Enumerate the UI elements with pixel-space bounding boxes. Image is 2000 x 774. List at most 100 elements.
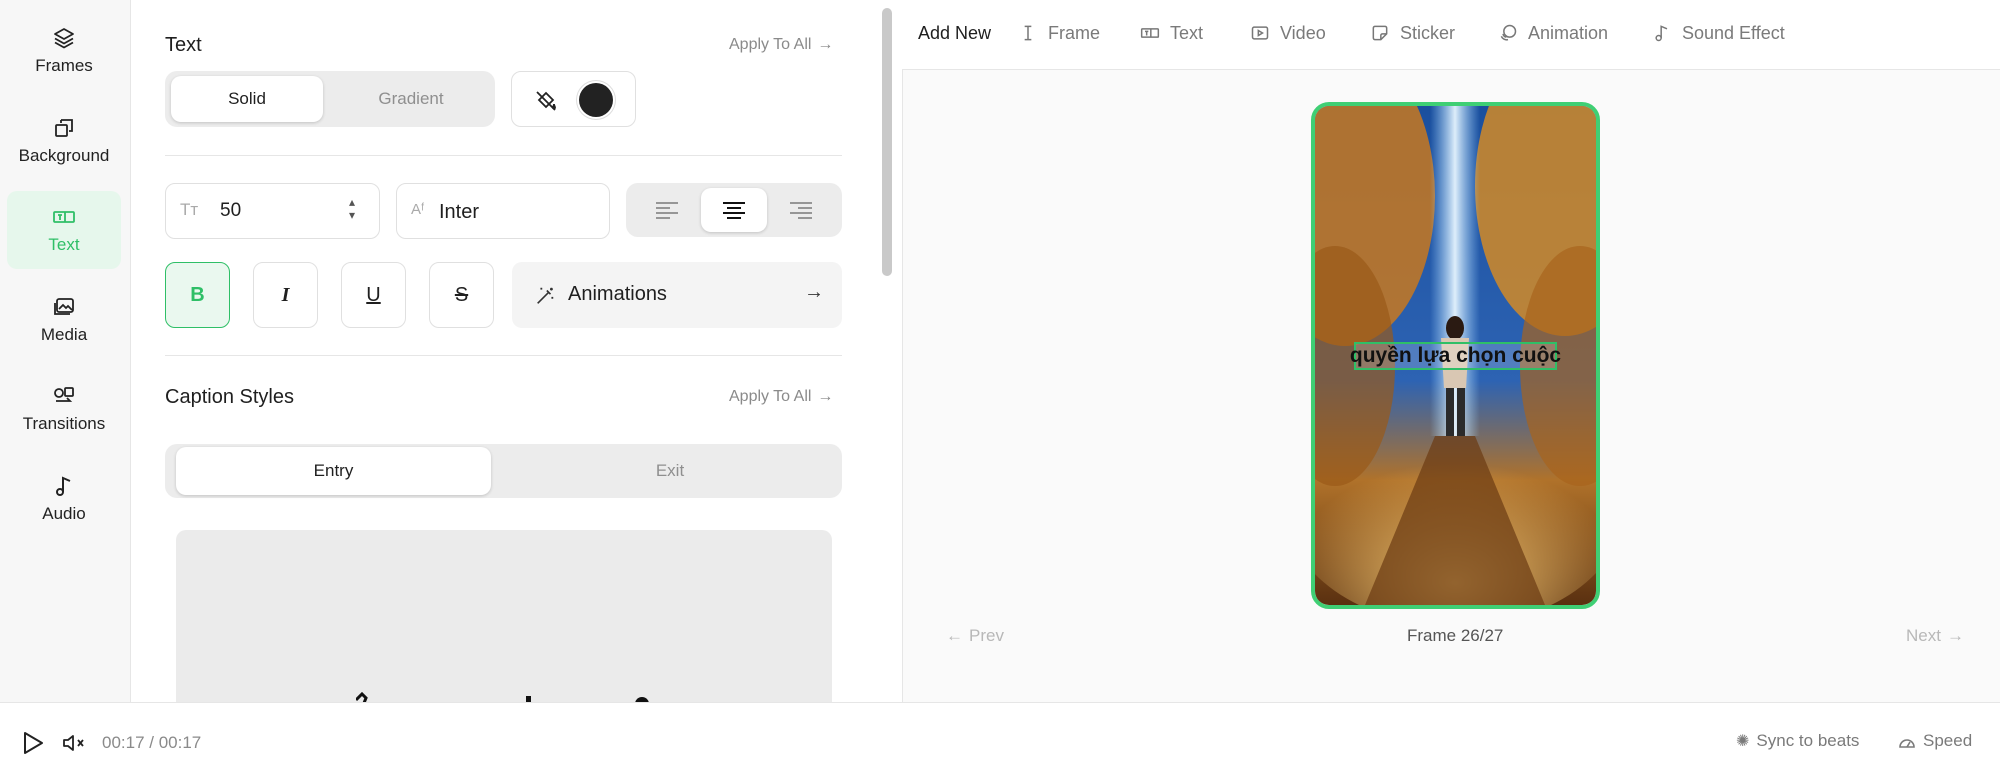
caption-apply-all-link[interactable]: Apply To All → (729, 388, 833, 406)
align-center-icon (723, 202, 745, 219)
caption-style-tabs: Entry Exit (165, 444, 842, 498)
align-left-button[interactable] (634, 188, 700, 232)
text-settings-panel: Text Apply To All → Solid Gradient Tт 50… (131, 0, 901, 702)
align-right-button[interactable] (768, 188, 834, 232)
animation-icon (1500, 24, 1517, 41)
sidebar-item-label: Frames (35, 56, 93, 75)
fill-type-toggle: Solid Gradient (165, 71, 495, 127)
speed-label: Speed (1923, 731, 1973, 750)
apply-all-label: Apply To All (729, 36, 812, 53)
add-frame-button[interactable]: Frame (1018, 0, 1100, 66)
font-size-value: 50 (220, 200, 242, 221)
arrow-right-icon: → (804, 281, 824, 303)
sync-label: Sync to beats (1756, 731, 1860, 750)
volume-mute-icon[interactable] (62, 733, 86, 753)
panel-scrollbar[interactable] (882, 8, 892, 276)
frame-counter: Frame 26/27 (1407, 626, 1504, 645)
gradient-tab[interactable]: Gradient (335, 76, 487, 122)
play-icon[interactable] (22, 731, 44, 755)
underline-button[interactable]: U (341, 262, 406, 328)
add-sticker-button[interactable]: Sticker (1370, 0, 1455, 66)
playback-bar: 00:17 / 00:17 ✺ Sync to beats Speed (0, 702, 2000, 774)
color-swatch[interactable] (579, 83, 613, 117)
toolbar-label: Sound Effect (1682, 22, 1785, 43)
speed-button[interactable]: Speed (1898, 731, 1972, 751)
align-right-icon (790, 202, 812, 219)
caption-styles-title: Caption Styles (165, 386, 294, 408)
align-left-icon (656, 202, 678, 219)
text-cursor-icon (1024, 25, 1032, 41)
exit-tab[interactable]: Exit (509, 447, 831, 495)
magic-wand-icon (537, 287, 554, 304)
font-family-value: Inter (439, 201, 480, 223)
sidebar-item-label: Audio (42, 504, 86, 523)
strikethrough-button[interactable]: S (429, 262, 494, 328)
audio-icon (56, 476, 71, 496)
add-animation-button[interactable]: Animation (1498, 0, 1608, 66)
font-size-stepper[interactable]: Tт 50 ▴ ▾ (165, 183, 380, 239)
arrow-right-icon: → (817, 36, 834, 53)
add-new-label: Add New (918, 22, 992, 43)
text-color-picker[interactable] (511, 71, 636, 127)
sync-to-beats-button[interactable]: ✺ Sync to beats (1736, 731, 1859, 751)
sidebar-item-text[interactable]: Text (7, 191, 121, 269)
stepper-arrows-icon[interactable]: ▴ ▾ (349, 196, 355, 222)
arrow-left-icon: ← (946, 626, 963, 645)
add-sound-effect-button[interactable]: Sound Effect (1652, 0, 1785, 66)
paint-bucket-icon (536, 91, 556, 111)
sidebar-item-background[interactable]: Background (7, 102, 121, 180)
toolbar-label: Frame (1048, 22, 1101, 43)
caption-style-preview-card[interactable] (176, 530, 832, 702)
sidebar-item-label: Background (18, 146, 110, 165)
solid-tab[interactable]: Solid (171, 76, 323, 122)
left-sidebar: Frames Background Text Media Transitions… (0, 0, 131, 702)
sidebar-item-label: Text (48, 235, 80, 254)
animations-button[interactable]: Animations → (512, 262, 842, 328)
arrow-right-icon: → (817, 388, 834, 405)
add-video-button[interactable]: Video (1250, 0, 1326, 66)
loading-sparkle-icon: ✺ (1736, 733, 1750, 750)
font-family-icon: Aᶠ (411, 201, 425, 218)
text-icon (53, 211, 75, 223)
text-apply-all-link[interactable]: Apply To All → (729, 36, 833, 54)
font-size-icon: Tт (180, 200, 199, 219)
prev-label: Prev (969, 626, 1004, 645)
text-section-title: Text (165, 34, 202, 56)
align-center-button[interactable] (701, 188, 767, 232)
background-icon (55, 119, 73, 137)
font-family-select[interactable]: Aᶠ Inter (396, 183, 610, 239)
bold-button[interactable]: B (165, 262, 230, 328)
entry-tab[interactable]: Entry (176, 447, 491, 495)
media-icon (54, 298, 74, 315)
video-icon (1251, 26, 1269, 40)
apply-all-label: Apply To All (729, 388, 812, 405)
text-alignment-toggle (626, 183, 842, 237)
sidebar-item-media[interactable]: Media (7, 281, 121, 359)
sidebar-item-audio[interactable]: Audio (7, 460, 121, 538)
divider (165, 155, 842, 156)
sidebar-item-transitions[interactable]: Transitions (7, 370, 121, 448)
toolbar-label: Text (1170, 22, 1204, 43)
transitions-icon (54, 387, 74, 402)
toolbar-label: Sticker (1400, 22, 1456, 43)
prev-frame-button[interactable]: ← Prev (946, 626, 1004, 646)
sidebar-item-label: Media (40, 325, 88, 344)
next-label: Next (1906, 626, 1941, 645)
toolbar-label: Animation (1528, 22, 1609, 43)
sidebar-item-label: Transitions (22, 414, 106, 433)
divider (165, 355, 842, 356)
text-box-icon (1140, 28, 1160, 38)
toolbar-label: Video (1280, 22, 1326, 43)
add-text-button[interactable]: Text (1140, 0, 1203, 66)
playback-time: 00:17 / 00:17 (102, 733, 202, 752)
speedometer-icon (1899, 739, 1915, 748)
caption-text-overlay[interactable]: quyền lựa chọn cuộc (1350, 342, 1561, 370)
arrow-right-icon: → (1946, 626, 1964, 645)
sidebar-item-frames[interactable]: Frames (7, 12, 121, 90)
layers-icon (54, 28, 74, 49)
italic-button[interactable]: I (253, 262, 318, 328)
caption-style-preview-glyphs (356, 692, 649, 702)
sticker-icon (1372, 25, 1388, 41)
music-note-icon (1655, 25, 1668, 42)
next-frame-button[interactable]: Next → (1906, 626, 1964, 646)
